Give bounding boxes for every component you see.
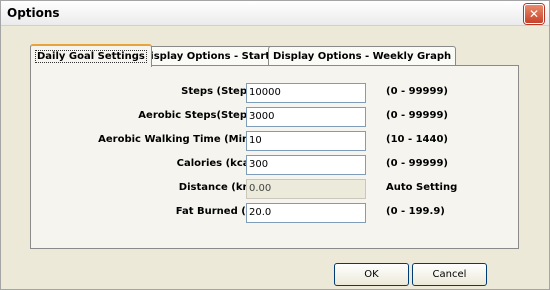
tab-label: Display Options - Weekly Graph <box>273 51 452 62</box>
steps-row: Steps (Steps) : (0 - 99999) <box>31 83 518 103</box>
tab-daily-goal-settings[interactable]: Daily Goal Settings <box>30 44 152 67</box>
aerobic-walking-time-row: Aerobic Walking Time (Min.) : (10 - 1440… <box>31 131 518 151</box>
aerobic-walking-time-range: (10 - 1440) <box>386 134 449 145</box>
cancel-button[interactable]: Cancel <box>412 263 487 286</box>
ok-button[interactable]: OK <box>334 263 409 286</box>
close-button[interactable]: ✕ <box>524 4 544 24</box>
daily-goal-settings-panel: Steps (Steps) : (0 - 99999) Aerobic Step… <box>30 65 519 249</box>
calories-input[interactable] <box>246 155 366 175</box>
title-bar[interactable]: Options ✕ <box>1 1 549 26</box>
close-icon: ✕ <box>528 7 540 21</box>
options-dialog: Options ✕ Daily Goal Settings Display Op… <box>0 0 550 290</box>
fat-burned-row: Fat Burned (g) : (0 - 199.9) <box>31 203 518 223</box>
calories-range: (0 - 99999) <box>386 158 449 169</box>
fat-burned-range: (0 - 199.9) <box>386 206 445 217</box>
distance-row: Distance (km) : Auto Setting <box>31 179 518 199</box>
distance-auto-setting: Auto Setting <box>386 182 458 193</box>
steps-input[interactable] <box>246 83 366 103</box>
tab-display-options-startup[interactable]: Display Options - Startup <box>137 46 290 66</box>
tab-label: Daily Goal Settings <box>35 50 147 63</box>
tab-label: Display Options - Startup <box>142 51 285 62</box>
steps-range: (0 - 99999) <box>386 86 449 97</box>
window-title: Options <box>7 6 60 20</box>
tab-display-options-weekly-graph[interactable]: Display Options - Weekly Graph <box>268 46 457 66</box>
aerobic-walking-time-label: Aerobic Walking Time (Min.) : <box>98 134 265 145</box>
fat-burned-input[interactable] <box>246 203 366 223</box>
aerobic-steps-input[interactable] <box>246 107 366 127</box>
aerobic-walking-time-input[interactable] <box>246 131 366 151</box>
calories-row: Calories (kcal) : (0 - 99999) <box>31 155 518 175</box>
aerobic-steps-row: Aerobic Steps(Steps) : (0 - 99999) <box>31 107 518 127</box>
aerobic-steps-range: (0 - 99999) <box>386 110 449 121</box>
distance-input <box>246 179 366 199</box>
